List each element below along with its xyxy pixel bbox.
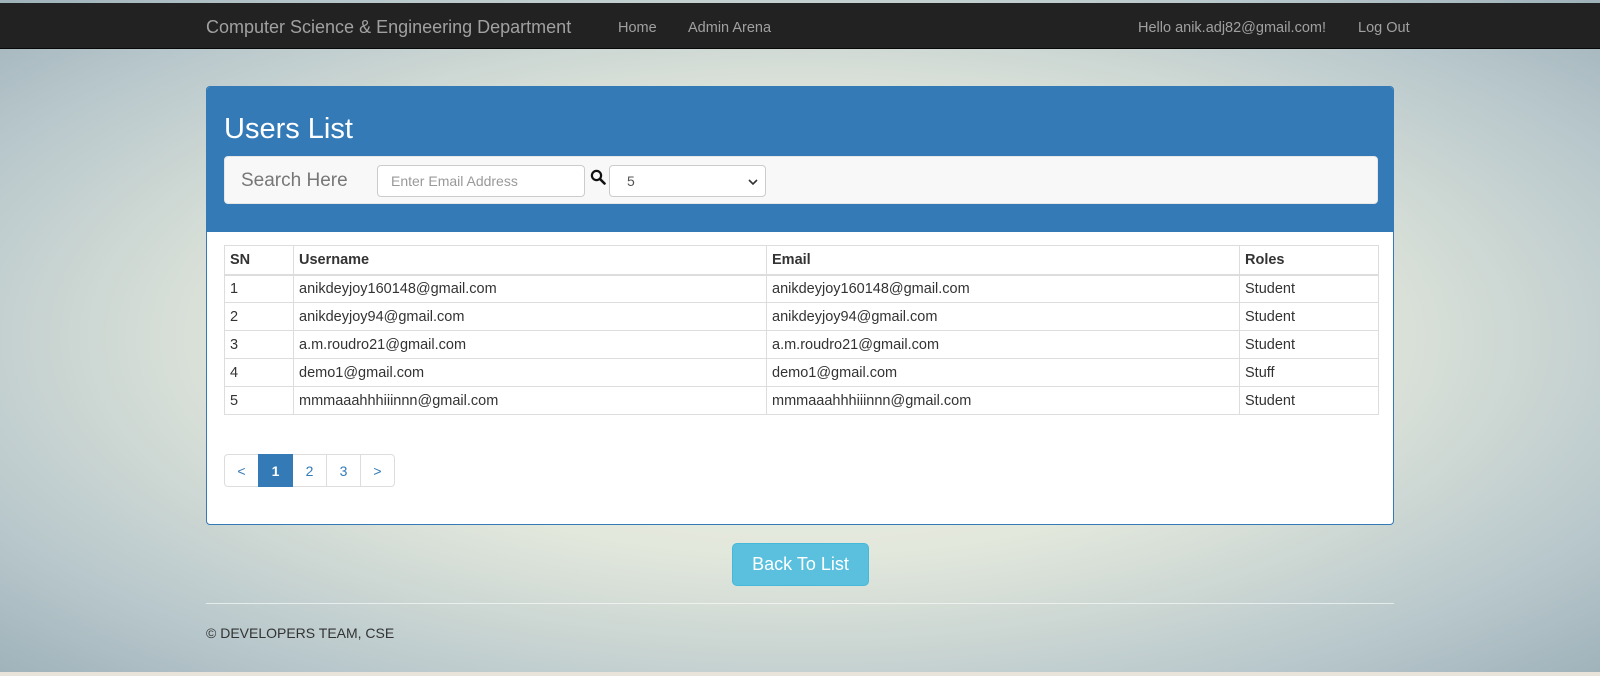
table-row: 3 a.m.roudro21@gmail.com a.m.roudro21@gm… [224,330,1379,359]
cell-email: demo1@gmail.com [766,358,1240,387]
column-header-sn: SN [224,245,294,276]
cell-sn: 1 [224,274,294,303]
table-header-row: SN Username Email Roles [224,245,1379,276]
users-panel: Users List Search Here 5 SN Username Ema… [206,86,1394,525]
nav-link-home[interactable]: Home [618,20,657,36]
footer-divider [206,603,1394,604]
cell-username: mmmaaahhhiiinnn@gmail.com [293,386,767,415]
users-table: SN Username Email Roles 1 anikdeyjoy1601… [224,245,1379,415]
page-title: Users List [224,113,353,145]
brand-title[interactable]: Computer Science & Engineering Departmen… [206,17,571,38]
table-row: 2 anikdeyjoy94@gmail.com anikdeyjoy94@gm… [224,302,1379,331]
footer-text: © DEVELOPERS TEAM, CSE [206,625,395,641]
cell-email: mmmaaahhhiiinnn@gmail.com [766,386,1240,415]
email-search-input[interactable] [377,165,585,197]
cell-username: anikdeyjoy160148@gmail.com [293,274,767,303]
nav-link-admin-arena[interactable]: Admin Arena [688,20,771,36]
pagination-page-1[interactable]: 1 [258,454,293,487]
cell-role: Stuff [1239,358,1379,387]
panel-heading: Users List Search Here 5 [207,87,1393,232]
pagination-prev[interactable]: < [224,454,259,487]
pagination: < 1 2 3 > [224,454,395,487]
cell-role: Student [1239,386,1379,415]
search-bar: Search Here 5 [224,156,1378,204]
cell-username: anikdeyjoy94@gmail.com [293,302,767,331]
top-navbar: Computer Science & Engineering Departmen… [0,3,1600,49]
cell-role: Student [1239,274,1379,303]
column-header-username: Username [293,245,767,276]
search-label: Search Here [241,170,348,191]
cell-sn: 2 [224,302,294,331]
page-size-select[interactable]: 5 [609,165,766,197]
user-greeting[interactable]: Hello anik.adj82@gmail.com! [1138,20,1326,36]
back-to-list-button[interactable]: Back To List [732,543,869,586]
pagination-next[interactable]: > [360,454,395,487]
cell-username: a.m.roudro21@gmail.com [293,330,767,359]
chevron-down-icon [748,179,758,186]
table-row: 5 mmmaaahhhiiinnn@gmail.com mmmaaahhhiii… [224,386,1379,415]
cell-email: anikdeyjoy94@gmail.com [766,302,1240,331]
cell-email: anikdeyjoy160148@gmail.com [766,274,1240,303]
cell-username: demo1@gmail.com [293,358,767,387]
pagination-page-3[interactable]: 3 [326,454,361,487]
cell-email: a.m.roudro21@gmail.com [766,330,1240,359]
pagination-page-2[interactable]: 2 [292,454,327,487]
logout-link[interactable]: Log Out [1358,20,1410,36]
table-row: 4 demo1@gmail.com demo1@gmail.com Stuff [224,358,1379,387]
page-size-value: 5 [627,173,635,189]
table-row: 1 anikdeyjoy160148@gmail.com anikdeyjoy1… [224,274,1379,303]
cell-sn: 3 [224,330,294,359]
bottom-strip [0,672,1600,676]
column-header-email: Email [766,245,1240,276]
cell-sn: 4 [224,358,294,387]
cell-role: Student [1239,302,1379,331]
cell-sn: 5 [224,386,294,415]
column-header-roles: Roles [1239,245,1379,276]
cell-role: Student [1239,330,1379,359]
search-icon[interactable] [590,169,606,185]
